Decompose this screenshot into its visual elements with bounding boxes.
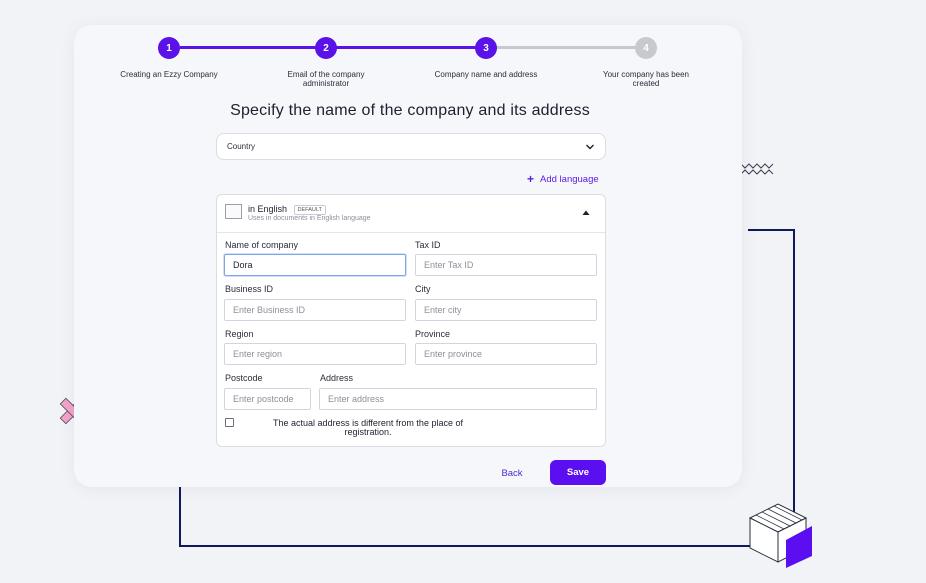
decorative-line bbox=[748, 229, 795, 231]
city-label: City bbox=[415, 284, 431, 294]
language-panel-header[interactable]: in English DEFAULT Uses in documents in … bbox=[217, 195, 605, 233]
name-of-company-input[interactable] bbox=[224, 254, 406, 276]
city-input[interactable] bbox=[415, 299, 597, 321]
postcode-label: Postcode bbox=[225, 373, 263, 383]
different-address-label: The actual address is different from the… bbox=[273, 418, 463, 437]
plus-icon: + bbox=[527, 172, 535, 186]
save-button[interactable]: Save bbox=[550, 460, 606, 485]
step-2-indicator: 2 bbox=[315, 37, 337, 59]
step-connector bbox=[336, 46, 476, 49]
back-button[interactable]: Back bbox=[494, 462, 530, 484]
step-2-label: Email of the company administrator bbox=[287, 70, 365, 88]
tax-id-label: Tax ID bbox=[415, 240, 441, 250]
region-input[interactable] bbox=[224, 343, 406, 365]
cube-decoration-icon bbox=[748, 503, 812, 568]
step-connector bbox=[496, 46, 636, 49]
address-input[interactable] bbox=[319, 388, 597, 410]
address-label: Address bbox=[320, 373, 354, 383]
business-id-label: Business ID bbox=[225, 284, 274, 294]
country-select[interactable]: Country bbox=[216, 133, 606, 160]
tax-id-input[interactable] bbox=[415, 254, 597, 276]
add-language-label: Add language bbox=[540, 173, 599, 185]
postcode-input[interactable] bbox=[224, 388, 311, 410]
caret-up-icon[interactable] bbox=[581, 209, 591, 216]
province-label: Province bbox=[415, 329, 451, 339]
decorative-line bbox=[179, 545, 795, 547]
add-language-button[interactable]: + Add language bbox=[527, 172, 599, 186]
default-badge: DEFAULT bbox=[293, 204, 326, 215]
page-title: Specify the name of the company and its … bbox=[230, 102, 590, 119]
step-connector bbox=[180, 46, 316, 49]
step-1-label: Creating an Ezzy Company bbox=[120, 70, 218, 79]
country-label: Country bbox=[227, 142, 256, 151]
name-of-company-label: Name of company bbox=[225, 240, 299, 250]
step-4-label: Your company has been created bbox=[603, 70, 689, 88]
step-4-indicator: 4 bbox=[635, 37, 657, 59]
language-subtitle: Uses in documents in English language bbox=[248, 215, 371, 222]
province-input[interactable] bbox=[415, 343, 597, 365]
different-address-checkbox[interactable] bbox=[225, 418, 234, 427]
language-name-row: in English DEFAULT bbox=[248, 204, 326, 215]
step-1-indicator: 1 bbox=[158, 37, 180, 59]
chevron-down-icon bbox=[586, 144, 594, 149]
business-id-input[interactable] bbox=[224, 299, 406, 321]
region-label: Region bbox=[225, 329, 254, 339]
progress-stepper: 1 2 3 4 Creating an Ezzy Company Email o… bbox=[0, 0, 926, 95]
language-name: in English bbox=[248, 204, 288, 214]
step-3-indicator: 3 bbox=[475, 37, 497, 59]
decorative-line bbox=[179, 486, 181, 547]
step-3-label: Company name and address bbox=[434, 70, 538, 79]
flag-icon bbox=[225, 204, 242, 219]
